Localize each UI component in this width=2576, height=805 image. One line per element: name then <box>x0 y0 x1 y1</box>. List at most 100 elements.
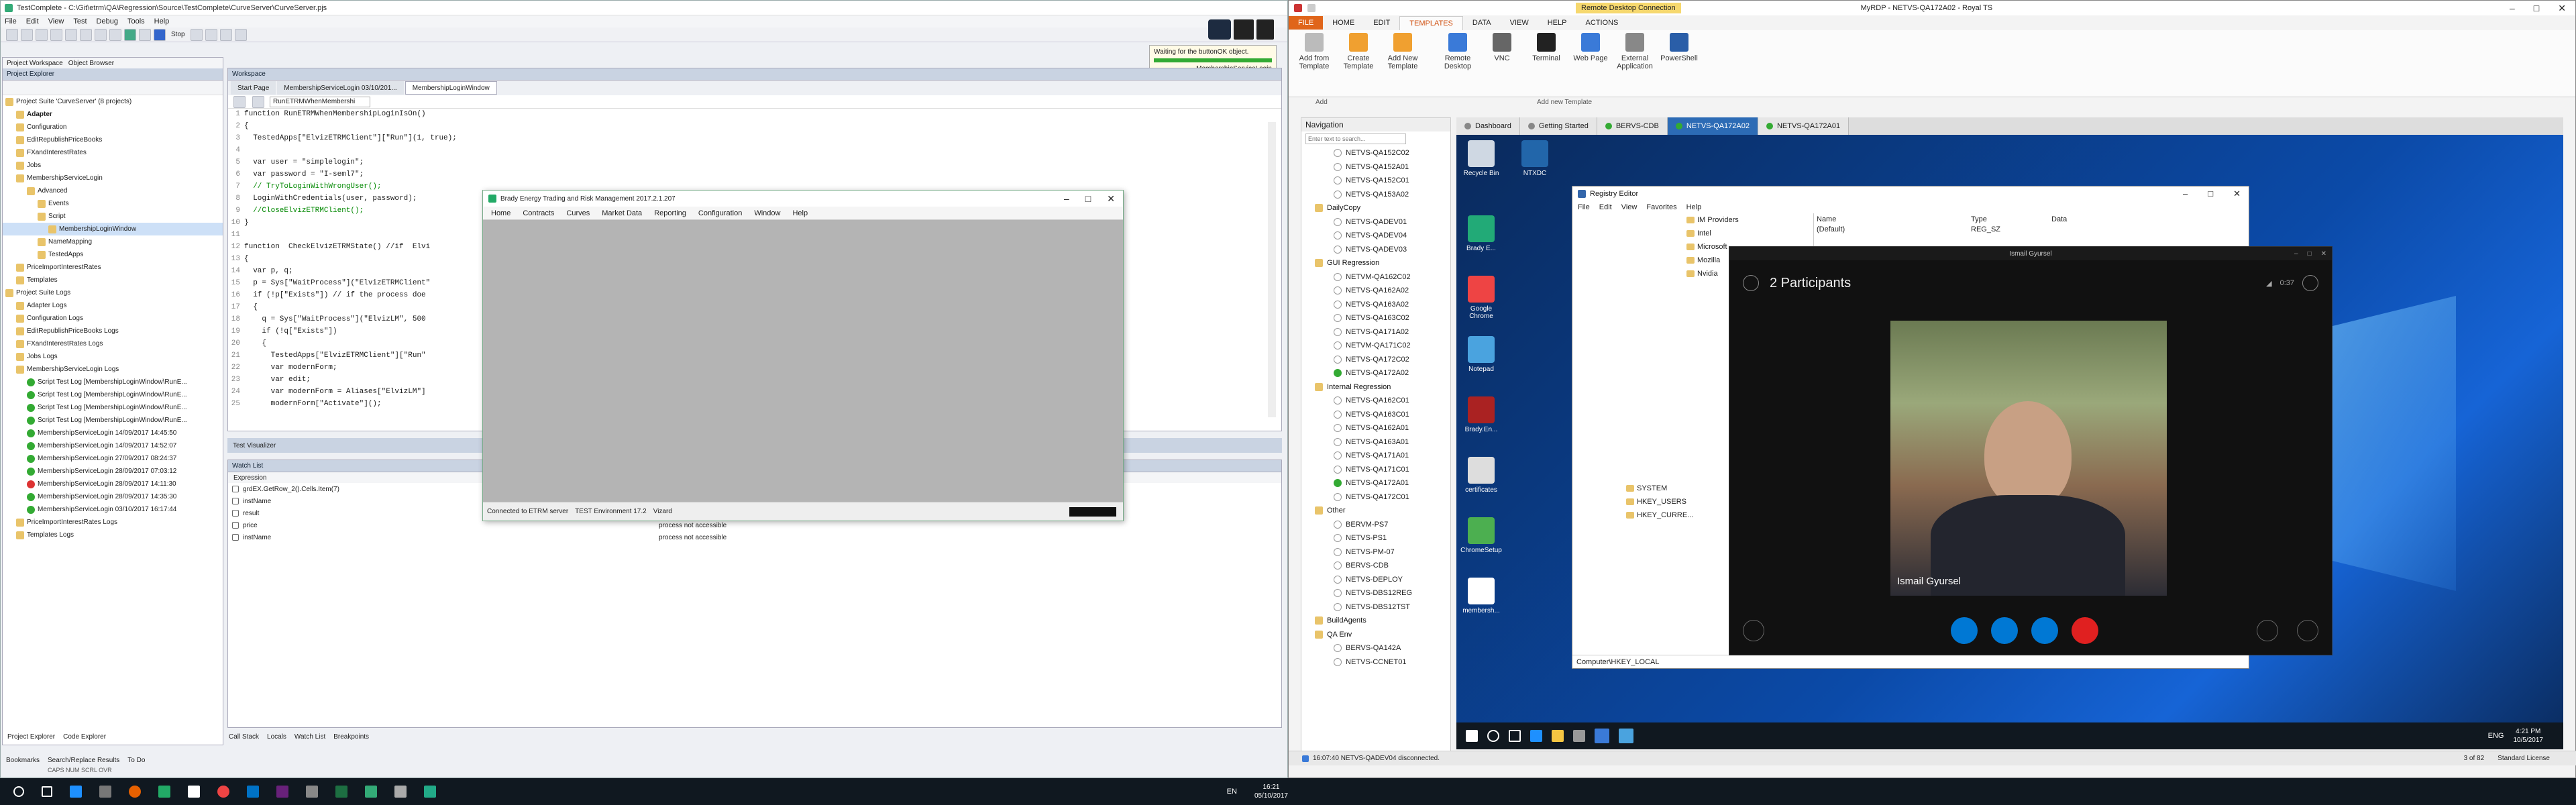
copy-icon[interactable] <box>65 28 77 41</box>
code-scrollbar[interactable] <box>1268 122 1276 417</box>
app-icon[interactable] <box>158 786 170 798</box>
nav-connection[interactable]: NETVS-QA163C02 <box>1301 311 1450 325</box>
nav-group[interactable]: DailyCopy <box>1301 201 1450 215</box>
outlook-icon[interactable] <box>247 786 259 798</box>
nav-connection[interactable]: NETVS-QA172A02 <box>1301 366 1450 380</box>
stop-icon[interactable] <box>154 28 166 41</box>
desktop-icon[interactable]: Recycle Bin <box>1458 140 1505 177</box>
nav-connection[interactable]: NETVS-QA172C02 <box>1301 353 1450 367</box>
remote-clock[interactable]: 4:21 PM 10/5/2017 <box>2514 727 2564 745</box>
tc-recorder-icon[interactable] <box>1208 19 1231 40</box>
nav-search-input[interactable] <box>1305 133 1406 144</box>
back-icon[interactable] <box>233 95 246 108</box>
tree-item[interactable]: Script Test Log [MembershipLoginWindow\R… <box>3 376 223 388</box>
nav-connection[interactable]: BERVS-CDB <box>1301 559 1450 573</box>
nav-connection[interactable]: NETVS-QA152C02 <box>1301 146 1450 160</box>
brady-menu-item[interactable]: Curves <box>566 209 590 217</box>
undo-icon[interactable] <box>95 28 107 41</box>
record-icon[interactable] <box>139 28 151 41</box>
nav-connection[interactable]: NETVM-QA171C02 <box>1301 339 1450 353</box>
nav-group[interactable]: GUI Regression <box>1301 256 1450 270</box>
tree-item[interactable]: Jobs <box>3 159 223 172</box>
close-icon[interactable]: ✕ <box>1107 193 1115 205</box>
regedit-menu-item[interactable]: Edit <box>1599 203 1612 211</box>
visual-studio-icon[interactable] <box>276 786 288 798</box>
tab-membership-login-window[interactable]: MembershipLoginWindow <box>405 81 497 95</box>
maximize-icon[interactable]: □ <box>1085 193 1091 205</box>
edge-icon[interactable] <box>70 786 82 798</box>
tree-item[interactable]: Configuration <box>3 121 223 133</box>
tab-project-workspace[interactable]: Project Workspace <box>7 60 63 67</box>
checkbox-icon[interactable] <box>232 510 239 517</box>
maximize-icon[interactable]: □ <box>2308 250 2312 258</box>
nav-connection[interactable]: NETVS-QA162C01 <box>1301 394 1450 408</box>
watch-row[interactable]: instName process not accessible <box>228 531 1281 543</box>
menu-tools[interactable]: Tools <box>127 17 145 25</box>
close-icon[interactable]: ✕ <box>2558 3 2566 14</box>
tab-bookmarks[interactable]: Bookmarks <box>6 757 40 764</box>
tree-item[interactable]: Adapter Logs <box>3 299 223 312</box>
tree-item[interactable]: MembershipServiceLogin 14/09/2017 14:45:… <box>3 427 223 439</box>
desktop-icon[interactable]: membersh... <box>1458 578 1505 614</box>
cut-icon[interactable] <box>50 28 62 41</box>
regedit-row[interactable]: (Default) REG_SZ <box>1817 225 2051 233</box>
ribbon-button[interactable]: Remote Desktop <box>1436 33 1479 70</box>
app-icon[interactable] <box>306 786 318 798</box>
tree-item[interactable]: Advanced <box>3 184 223 197</box>
app-icon[interactable] <box>424 786 436 798</box>
brady-menu-item[interactable]: Market Data <box>602 209 642 217</box>
ribbon-button[interactable]: Create Template <box>1337 33 1380 70</box>
nav-connection[interactable]: NETVS-QA152C01 <box>1301 174 1450 188</box>
regedit-menu-item[interactable]: File <box>1578 203 1590 211</box>
tab-code-explorer[interactable]: Code Explorer <box>63 733 106 741</box>
col-name[interactable]: Name <box>1817 215 1971 223</box>
menu-edit[interactable]: Edit <box>26 17 39 25</box>
tree-item[interactable]: MembershipServiceLogin <box>3 172 223 184</box>
tree-item[interactable]: MembershipServiceLogin 28/09/2017 14:35:… <box>3 490 223 503</box>
tree-item[interactable]: Templates <box>3 274 223 286</box>
session-tab[interactable]: NETVS-QA172A02 <box>1667 117 1758 135</box>
host-lang[interactable]: EN <box>1227 788 1237 796</box>
pause-icon[interactable] <box>190 28 203 41</box>
remote-desktop[interactable]: Recycle Bin NTXDC Brady E... Google Chrome N… <box>1456 135 2563 749</box>
testcomplete-taskbar-icon[interactable] <box>365 786 377 798</box>
desktop-icon[interactable]: certificates <box>1458 457 1505 494</box>
menu-debug[interactable]: Debug <box>97 17 118 25</box>
firefox-icon[interactable] <box>129 786 141 798</box>
share-screen-icon[interactable] <box>2031 617 2058 644</box>
paste-icon[interactable] <box>80 28 92 41</box>
nav-connection[interactable]: NETVS-QA171A02 <box>1301 325 1450 339</box>
close-icon[interactable]: ✕ <box>2233 189 2241 199</box>
desktop-icon[interactable]: NTXDC <box>1511 140 1558 177</box>
tree-item[interactable]: Adapter <box>3 108 223 121</box>
chat-icon[interactable] <box>1743 620 1764 641</box>
session-tab[interactable]: BERVS-CDB <box>1597 117 1668 135</box>
menu-help[interactable]: Help <box>154 17 170 25</box>
tree-item[interactable]: Project Suite 'CurveServer' (8 projects) <box>3 95 223 108</box>
tab-watch-list[interactable]: Watch List <box>294 733 325 741</box>
tree-item[interactable]: PriceImportInterestRates Logs <box>3 516 223 529</box>
tree-item[interactable]: MembershipServiceLogin 28/09/2017 07:03:… <box>3 465 223 478</box>
nav-group[interactable]: Other <box>1301 504 1450 518</box>
nav-connection[interactable]: BERVS-QA142A <box>1301 641 1450 655</box>
search-icon[interactable] <box>1487 730 1499 742</box>
tab-project-explorer[interactable]: Project Explorer <box>7 733 55 741</box>
ribbon-button[interactable]: Add from Template <box>1293 33 1336 70</box>
tree-item[interactable]: Configuration Logs <box>3 312 223 325</box>
ribbon-button[interactable]: PowerShell <box>1658 33 1701 62</box>
session-tab[interactable]: Getting Started <box>1519 117 1597 135</box>
app-icon[interactable] <box>188 786 200 798</box>
brady-menu-item[interactable]: Window <box>754 209 780 217</box>
tree-item[interactable]: EditRepublishPriceBooks Logs <box>3 325 223 337</box>
more-icon[interactable] <box>2297 620 2318 641</box>
regedit-key[interactable]: IM Providers <box>1572 213 1813 227</box>
desktop-icon[interactable]: Notepad <box>1458 336 1505 373</box>
nav-connection[interactable]: NETVS-QA152A01 <box>1301 160 1450 174</box>
open-icon[interactable] <box>21 28 33 41</box>
nav-connection[interactable]: NETVS-DBS12REG <box>1301 586 1450 600</box>
tree-item[interactable]: TestedApps <box>3 248 223 261</box>
regedit-menu-item[interactable]: Favorites <box>1646 203 1676 211</box>
tree-item[interactable]: Jobs Logs <box>3 350 223 363</box>
brady-menu-item[interactable]: Reporting <box>654 209 686 217</box>
ribbon-tab[interactable]: DATA <box>1463 16 1501 30</box>
